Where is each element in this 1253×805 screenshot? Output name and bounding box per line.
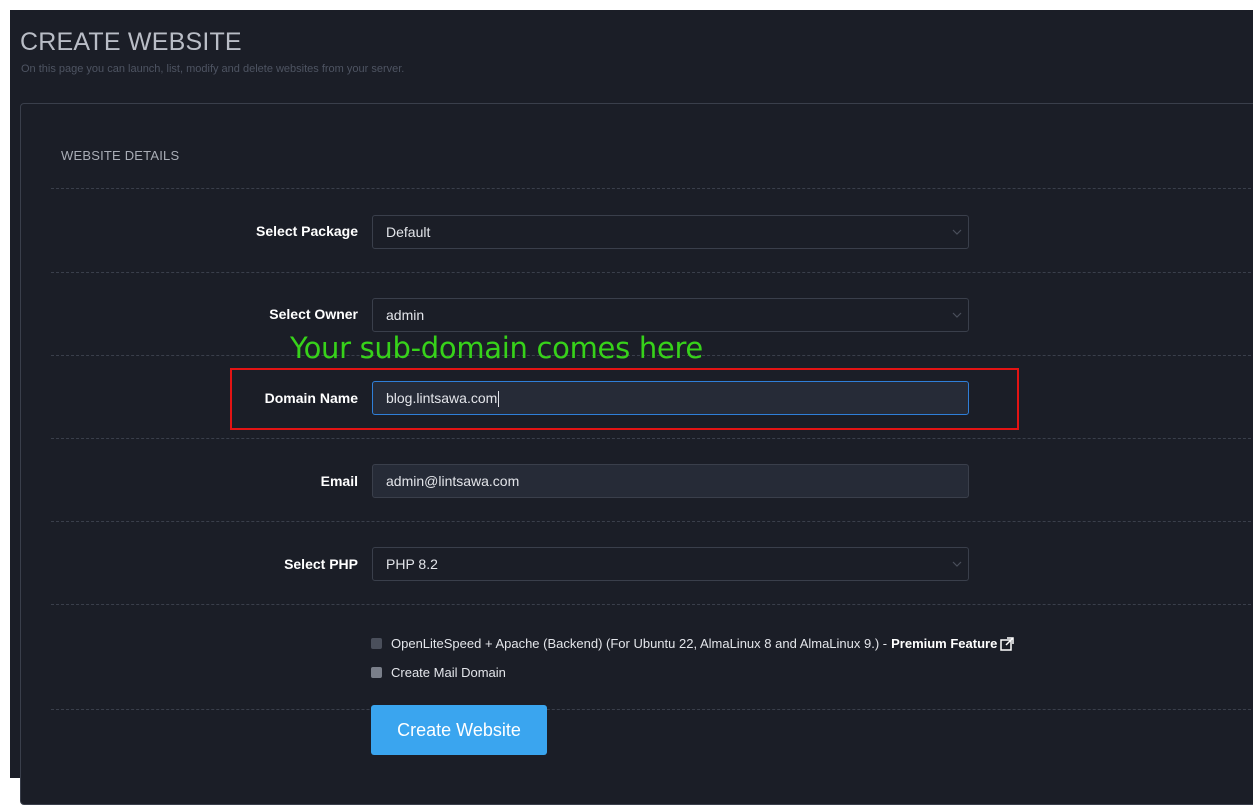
external-link-icon[interactable]: [1000, 636, 1015, 651]
premium-feature-link[interactable]: Premium Feature: [891, 636, 997, 651]
package-label: Select Package: [256, 223, 358, 239]
annotation-text: Your sub-domain comes here: [290, 331, 703, 365]
email-field[interactable]: admin@lintsawa.com: [372, 464, 969, 498]
create-website-button[interactable]: Create Website: [371, 705, 547, 755]
ols-apache-checkbox[interactable]: [371, 638, 382, 649]
package-value: Default: [386, 224, 431, 240]
mail-domain-option[interactable]: Create Mail Domain: [371, 665, 506, 680]
annotation-highlight-box: [230, 368, 1019, 430]
page-subtitle: On this page you can launch, list, modif…: [21, 63, 405, 75]
divider: [51, 438, 1253, 439]
panel-title: WEBSITE DETAILS: [61, 148, 180, 163]
php-value: PHP 8.2: [386, 556, 438, 572]
owner-value: admin: [386, 307, 425, 323]
page: CREATE WEBSITE On this page you can laun…: [10, 10, 1253, 805]
chevron-down-icon: [952, 561, 962, 567]
website-details-panel: WEBSITE DETAILS Select Package Default S…: [20, 103, 1253, 805]
divider: [51, 604, 1253, 605]
mail-domain-checkbox[interactable]: [371, 667, 382, 678]
divider: [51, 188, 1253, 189]
chevron-down-icon: [952, 229, 962, 235]
owner-label: Select Owner: [269, 306, 358, 322]
package-select[interactable]: Default: [372, 215, 969, 249]
chevron-down-icon: [952, 312, 962, 318]
php-select[interactable]: PHP 8.2: [372, 547, 969, 581]
php-label: Select PHP: [284, 556, 358, 572]
ols-apache-option[interactable]: OpenLiteSpeed + Apache (Backend) (For Ub…: [371, 636, 1015, 651]
email-value: admin@lintsawa.com: [386, 473, 520, 489]
divider: [51, 709, 1253, 710]
mail-domain-label: Create Mail Domain: [391, 665, 506, 680]
page-title: CREATE WEBSITE: [20, 28, 242, 56]
ols-apache-label: OpenLiteSpeed + Apache (Backend) (For Ub…: [391, 636, 888, 651]
email-label: Email: [320, 473, 358, 489]
divider: [51, 521, 1253, 522]
owner-select[interactable]: admin: [372, 298, 969, 332]
divider: [51, 272, 1253, 273]
